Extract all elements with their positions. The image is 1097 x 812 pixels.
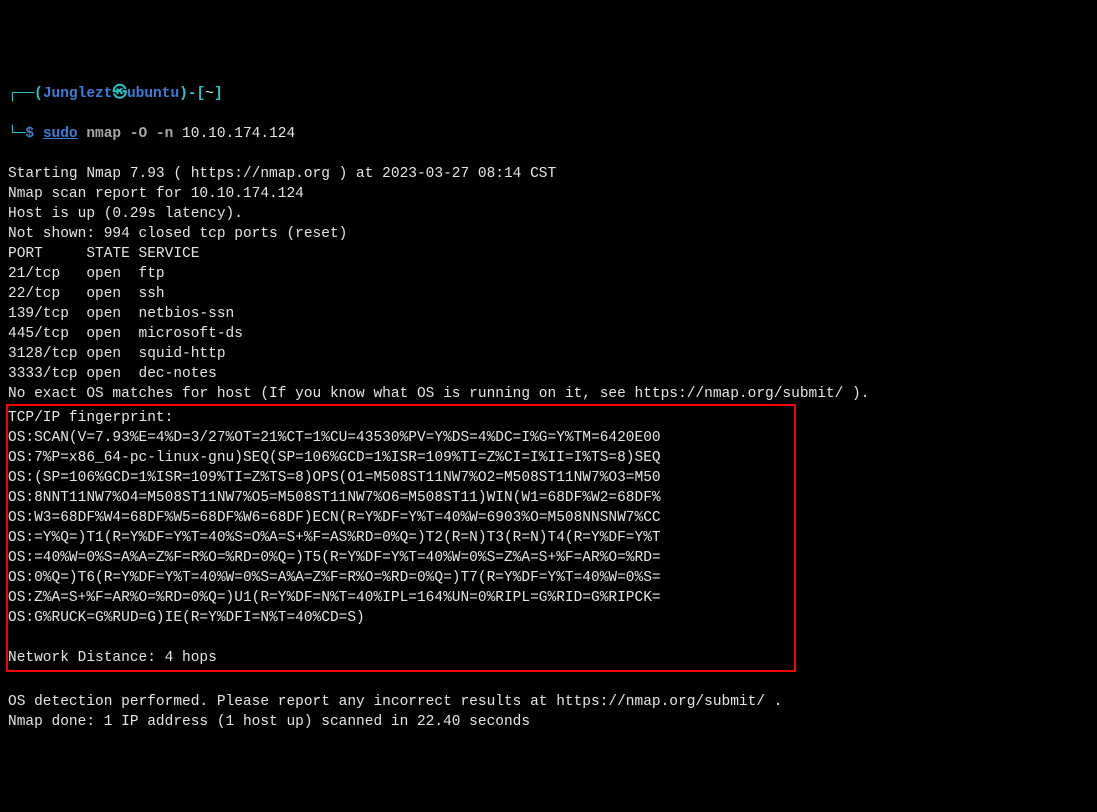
output-line: OS detection performed. Please report an… <box>8 694 782 710</box>
prompt-dollar: $ <box>25 126 42 142</box>
output-line: Host is up (0.29s latency). <box>8 206 243 222</box>
prompt-line-1: ┌──(Junglezt㉿ubuntu)-[~] <box>8 84 1089 104</box>
bracket-open: ┌──( <box>8 86 43 102</box>
port-line: 445/tcp open microsoft-ds <box>8 326 243 342</box>
fingerprint-line: OS:(SP=106%GCD=1%ISR=109%TI=Z%TS=8)OPS(O… <box>8 470 661 486</box>
output-line: Nmap done: 1 IP address (1 host up) scan… <box>8 714 530 730</box>
fingerprint-box: TCP/IP fingerprint: OS:SCAN(V=7.93%E=4%D… <box>6 404 796 672</box>
cmd-sudo: sudo <box>43 126 78 142</box>
fingerprint-line: OS:8NNT11NW7%O4=M508ST11NW7%O5=M508ST11N… <box>8 490 661 506</box>
bracket-close: )-[ <box>179 86 205 102</box>
fingerprint-line: OS:SCAN(V=7.93%E=4%D=3/27%OT=21%CT=1%CU=… <box>8 430 661 446</box>
port-line: 3128/tcp open squid-http <box>8 346 226 362</box>
prompt-at: ㉿ <box>112 86 127 102</box>
output-line: Not shown: 994 closed tcp ports (reset) <box>8 226 347 242</box>
port-line: 21/tcp open ftp <box>8 266 165 282</box>
output-header: PORT STATE SERVICE <box>8 246 199 262</box>
network-distance-line: Network Distance: 4 hops <box>8 650 217 666</box>
fingerprint-line: OS:G%RUCK=G%RUD=G)IE(R=Y%DFI=N%T=40%CD=S… <box>8 610 365 626</box>
output-line: Starting Nmap 7.93 ( https://nmap.org ) … <box>8 166 556 182</box>
fingerprint-line: OS:0%Q=)T6(R=Y%DF=Y%T=40%W=0%S=A%A=Z%F=R… <box>8 570 661 586</box>
prompt-line-2[interactable]: └─$ sudo nmap -O -n 10.10.174.124 <box>8 124 1089 144</box>
prompt-branch: └─ <box>8 126 25 142</box>
fingerprint-line: OS:Z%A=S+%F=AR%O=%RD=0%Q=)U1(R=Y%DF=N%T=… <box>8 590 661 606</box>
fingerprint-line: OS:=40%W=0%S=A%A=Z%F=R%O=%RD=0%Q=)T5(R=Y… <box>8 550 661 566</box>
fingerprint-line: OS:W3=68DF%W4=68DF%W5=68DF%W6=68DF)ECN(R… <box>8 510 661 526</box>
output-line: Nmap scan report for 10.10.174.124 <box>8 186 304 202</box>
port-line: 139/tcp open netbios-ssn <box>8 306 234 322</box>
bracket-end: ] <box>214 86 223 102</box>
output-line: No exact OS matches for host (If you kno… <box>8 386 869 402</box>
cmd-target: 10.10.174.124 <box>182 126 295 142</box>
fingerprint-line: OS:7%P=x86_64-pc-linux-gnu)SEQ(SP=106%GC… <box>8 450 661 466</box>
prompt-host: ubuntu <box>127 86 179 102</box>
port-line: 3333/tcp open dec-notes <box>8 366 217 382</box>
fingerprint-line: OS:=Y%Q=)T1(R=Y%DF=Y%T=40%S=O%A=S+%F=AS%… <box>8 530 661 546</box>
fingerprint-line: TCP/IP fingerprint: <box>8 410 173 426</box>
prompt-user: Junglezt <box>43 86 113 102</box>
prompt-path: ~ <box>205 86 214 102</box>
cmd-nmap: nmap -O -n <box>86 126 173 142</box>
port-line: 22/tcp open ssh <box>8 286 165 302</box>
